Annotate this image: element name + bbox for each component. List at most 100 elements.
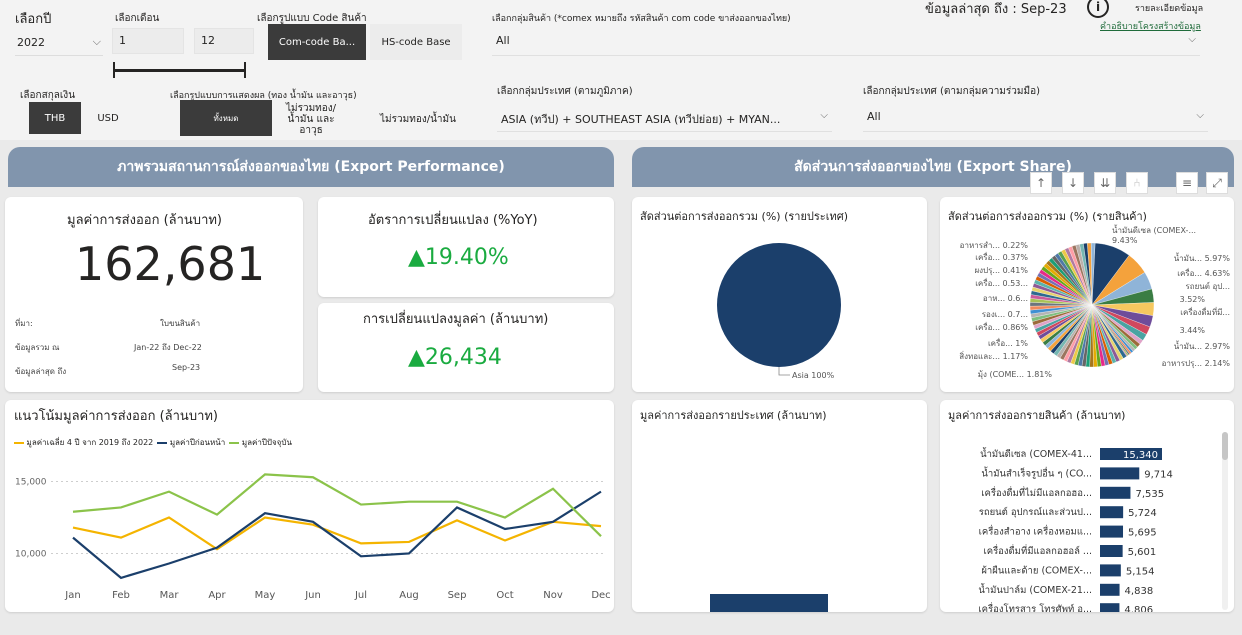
country-coop-select[interactable]: All ⌵ [863,104,1208,132]
pie-label: มุ้ง (COME... 1.81% [978,370,1053,379]
y-tick-label: 15,000 [15,478,47,488]
bar[interactable] [1100,583,1120,596]
country-value-card: มูลค่าการส่งออกรายประเทศ (ล้านบาท) [632,400,927,612]
bar-category-label: เครื่องดื่มที่ไม่มีแอลกอฮอ... [981,486,1092,499]
info-icon-glyph: i [1095,0,1101,14]
pie-label: น้ำมัน... 5.97% [1174,252,1231,263]
x-tick-label: Jul [354,590,367,601]
pie-label: น้ำมัน... 2.97% [1174,340,1231,351]
chevron-down-icon: ⌵ [1196,110,1204,121]
country-bar-chart [710,594,828,612]
x-tick-label: Mar [160,590,180,601]
x-tick-label: Jan [64,590,80,601]
expand-hierarchy-icon[interactable]: ⑃ [1126,172,1148,194]
x-tick-label: Jun [304,590,321,601]
sort-up-icon[interactable]: ↑ [1030,172,1052,194]
x-tick-label: May [255,590,276,601]
comcode-button[interactable]: Com-code Ba... [268,24,366,60]
bar-category-label: รถยนต์ อุปกรณ์และส่วนป... [979,506,1092,518]
hscode-button[interactable]: HS-code Base [370,24,462,60]
latest-label: ข้อมูลล่าสุด ถึง [15,367,67,376]
x-tick-label: Oct [496,590,513,601]
pie-label: เครื่อ... 0.86% [975,321,1028,332]
country-region-select[interactable]: ASIA (ทวีป) + SOUTHEAST ASIA (ทวีปย่อย) … [497,104,832,132]
bar[interactable] [1100,525,1124,538]
trend-line-chart: 15,000 10,000 Jan Feb Mar Apr May Jun Jul Aug Sep O… [15,473,611,601]
trend-chart-card: แนวโน้มมูลค่าการส่งออก (ล้านบาท) มูลค่าเ… [5,400,614,612]
value-change-value: ▲26,434 [408,345,502,370]
yoy-card: อัตราการเปลี่ยนแปลง (%YoY) ▲19.40% [318,197,614,297]
pie-label: อาหารสำ... 0.22% [960,241,1029,250]
pie-label-percent: 3.52% [1180,295,1206,304]
product-pie-chart: น้ำมันดีเซล (COMEX-...9.43% น้ำมัน... 5.9… [959,224,1231,379]
bar-category-label: เครื่องโทรสาร โทรศัพท์ อ... [978,602,1092,612]
bar-data-label: 5,154 [1126,566,1155,577]
filter-icon[interactable]: ≡ [1176,172,1198,194]
source-value: ใบขนสินค้า [160,319,201,328]
bar[interactable] [1100,603,1120,612]
export-value-card: มูลค่าการส่งออก (ล้านบาท) 162,681 ที่มา:… [5,197,303,392]
bar-data-label: 4,806 [1124,605,1153,612]
bar-data-label: 5,724 [1128,508,1157,519]
year-value: 2022 [17,36,45,49]
bar-category-label: เครื่องสำอาง เครื่องหอมแ... [979,525,1092,538]
pie-label: เครื่อ... 4.63% [1177,267,1230,278]
country-share-card: สัดส่วนต่อการส่งออกรวม (%) (รายประเทศ) A… [632,197,927,392]
thb-button[interactable]: THB [29,102,81,134]
pie-label: ผงปรุ... 0.41% [974,266,1028,275]
product-bar-chart: น้ำมันดีเซล (COMEX-41... 15,340 น้ำมันสำเร… [978,447,1173,612]
x-tick-label: Sep [448,590,467,601]
month-from-input[interactable]: 1 [112,28,184,54]
export-performance-banner: ภาพรวมสถานการณ์ส่งออกของไทย (Export Perf… [8,147,614,187]
structure-link[interactable]: คำอธิบายโครงสร้างข้อมูล [1100,19,1201,33]
display-no-gold-oil-button[interactable]: ไม่รวมทอง/น้ำมัน [372,104,464,134]
x-tick-label: Aug [399,590,419,601]
product-value-card: มูลค่าการส่งออกรายสินค้า (ล้านบาท) น้ำมั… [940,400,1234,612]
country-coop-value: All [867,110,881,123]
product-share-card: สัดส่วนต่อการส่งออกรวม (%) (รายสินค้า) น… [940,197,1234,392]
export-value-title: มูลค่าการส่งออก (ล้านบาท) [67,213,223,228]
country-coop-label: เลือกกลุ่มประเทศ (ตามกลุ่มความร่วมมือ) [863,86,1040,97]
series-line-0[interactable] [72,516,602,551]
latest-value: Sep-23 [172,363,201,372]
pie-label-asia: Asia 100% [792,371,835,380]
bar-asia[interactable] [710,594,828,612]
display-all-button[interactable]: ทั้งหมด [180,100,272,136]
bar[interactable] [1100,564,1121,577]
year-select[interactable]: 2022 ⌵ [15,30,103,56]
bar[interactable] [1100,545,1123,557]
yoy-title: อัตราการเปลี่ยนแปลง (%YoY) [368,213,538,228]
bar-data-label: 4,838 [1125,586,1154,597]
month-to-input[interactable]: 12 [194,28,254,54]
bar-data-label: 7,535 [1135,489,1164,500]
bar[interactable] [1100,486,1131,499]
chevron-down-icon: ⌵ [92,35,101,48]
pie-label: รองเ... 0.7... [982,310,1028,319]
year-label: เลือกปี [15,12,52,27]
scrollbar[interactable] [1222,432,1228,610]
bar[interactable] [1100,506,1124,519]
month-label: เลือกเดือน [115,13,160,24]
pie-slice-asia[interactable] [717,243,841,367]
bar[interactable] [1100,467,1140,480]
export-value-number: 162,681 [75,237,266,291]
month-slider-handle-start[interactable] [113,62,115,78]
product-group-select[interactable]: All ⌵ [492,28,1200,56]
latest-data-text: ข้อมูลล่าสุด ถึง : Sep-23 [925,2,1067,17]
drill-down-icon[interactable]: ⇊ [1094,172,1116,194]
sort-down-icon[interactable]: ↓ [1062,172,1084,194]
pie-label: สิ่งทอและ... 1.17% [959,350,1028,361]
scrollbar-thumb[interactable] [1222,432,1228,460]
value-change-title: การเปลี่ยนแปลงมูลค่า (ล้านบาท) [363,312,549,327]
y-tick-label: 10,000 [15,549,47,559]
pie-label: เครื่อ... 1% [988,337,1028,348]
month-slider-track[interactable] [114,69,246,72]
yoy-value: ▲19.40% [408,245,509,270]
chevron-down-icon: ⌵ [1188,34,1196,45]
focus-mode-icon[interactable]: ⤢ [1206,172,1228,194]
pie-leader-line [778,367,790,376]
month-slider-handle-end[interactable] [244,62,246,78]
display-no-gold-oil-arms-button[interactable]: ไม่รวมทอง/น้ำมัน และ อาวุธ [278,103,344,136]
bar-category-label: เครื่องดื่มที่มีแอลกอฮอล์ ... [983,544,1092,557]
usd-button[interactable]: USD [84,102,132,134]
